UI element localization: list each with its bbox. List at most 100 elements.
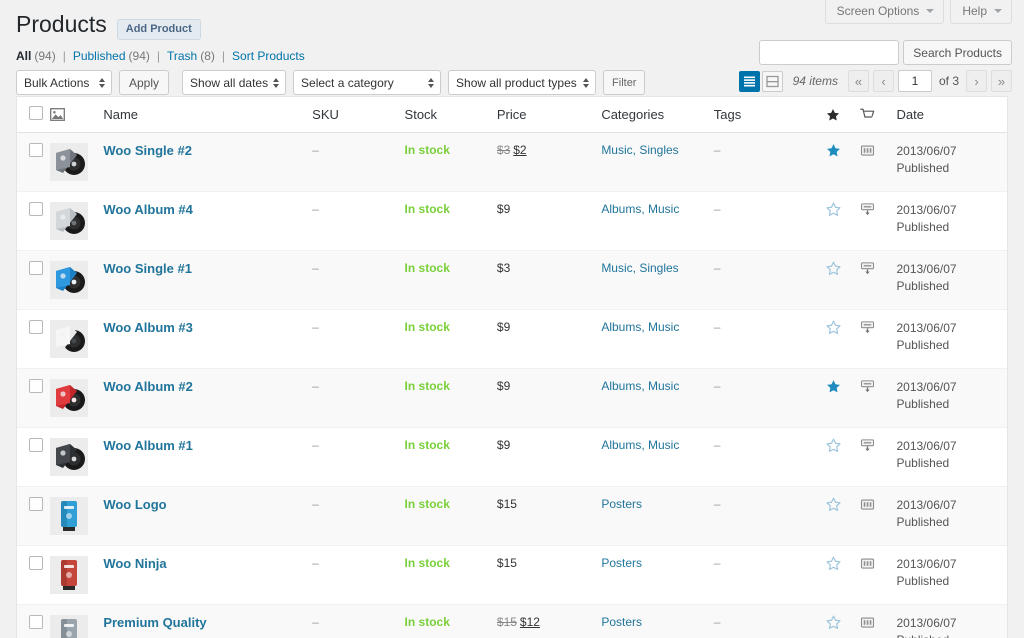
row-tags-cell: – bbox=[714, 487, 826, 546]
row-sku-cell: – bbox=[312, 487, 404, 546]
row-date-cell: 2013/06/07Published bbox=[896, 251, 1007, 310]
product-name-link[interactable]: Woo Logo bbox=[103, 497, 166, 512]
search-input[interactable] bbox=[759, 40, 899, 65]
apply-button[interactable]: Apply bbox=[119, 70, 169, 95]
row-checkbox[interactable] bbox=[29, 379, 43, 393]
prev-page-button[interactable]: ‹ bbox=[873, 70, 894, 92]
product-categories[interactable]: Albums, Music bbox=[601, 320, 679, 334]
category-filter-select[interactable]: Select a category bbox=[293, 70, 441, 95]
status-link-sort-products[interactable]: Sort Products bbox=[232, 50, 305, 62]
help-tab[interactable]: Help bbox=[950, 0, 1012, 24]
total-pages-label: of 3 bbox=[939, 74, 959, 88]
excerpt-view-icon[interactable] bbox=[762, 71, 783, 92]
product-categories[interactable]: Music, Singles bbox=[601, 261, 678, 275]
featured-header[interactable] bbox=[826, 97, 860, 133]
featured-star-icon[interactable] bbox=[826, 615, 860, 630]
product-name-link[interactable]: Woo Single #2 bbox=[103, 143, 192, 158]
product-thumbnail[interactable] bbox=[50, 320, 88, 358]
select-arrows-icon bbox=[428, 78, 434, 88]
product-name-link[interactable]: Woo Album #3 bbox=[103, 320, 193, 335]
row-checkbox[interactable] bbox=[29, 143, 43, 157]
featured-star-icon[interactable] bbox=[826, 379, 860, 394]
date-filter-select[interactable]: Show all dates bbox=[182, 70, 286, 95]
select-all-checkbox[interactable] bbox=[29, 106, 43, 120]
product-name-link[interactable]: Woo Ninja bbox=[103, 556, 166, 571]
product-price: $9 bbox=[497, 202, 510, 216]
status-link-trash[interactable]: Trash bbox=[167, 50, 197, 62]
row-checkbox[interactable] bbox=[29, 615, 43, 629]
product-tags: – bbox=[714, 143, 721, 157]
product-type-header[interactable] bbox=[860, 97, 896, 133]
row-checkbox[interactable] bbox=[29, 261, 43, 275]
screen-options-tab[interactable]: Screen Options bbox=[825, 0, 945, 24]
row-thumbnail-cell bbox=[50, 605, 103, 638]
product-categories[interactable]: Albums, Music bbox=[601, 202, 679, 216]
product-type-filter-select[interactable]: Show all product types bbox=[448, 70, 596, 95]
row-checkbox[interactable] bbox=[29, 438, 43, 452]
product-categories[interactable]: Posters bbox=[601, 497, 642, 511]
product-tags: – bbox=[714, 615, 721, 629]
stock-status: In stock bbox=[405, 261, 450, 275]
status-link-all[interactable]: All bbox=[16, 50, 31, 62]
sku-header[interactable]: SKU bbox=[312, 97, 404, 133]
product-name-link[interactable]: Woo Single #1 bbox=[103, 261, 192, 276]
filter-button[interactable]: Filter bbox=[603, 70, 645, 95]
product-thumbnail[interactable] bbox=[50, 497, 88, 535]
row-select-cell bbox=[17, 369, 50, 428]
product-thumbnail[interactable] bbox=[50, 615, 88, 638]
product-name-link[interactable]: Woo Album #4 bbox=[103, 202, 193, 217]
product-name-link[interactable]: Premium Quality bbox=[103, 615, 206, 630]
original-price: $15 bbox=[497, 615, 517, 629]
row-checkbox[interactable] bbox=[29, 556, 43, 570]
add-product-button[interactable]: Add Product bbox=[117, 19, 201, 40]
product-thumbnail[interactable] bbox=[50, 556, 88, 594]
stock-header[interactable]: Stock bbox=[405, 97, 497, 133]
product-name-link[interactable]: Woo Album #1 bbox=[103, 438, 193, 453]
row-date-cell: 2013/06/07Published bbox=[896, 310, 1007, 369]
featured-star-icon[interactable] bbox=[826, 556, 860, 571]
row-date-cell: 2013/06/07Published bbox=[896, 192, 1007, 251]
featured-star-icon[interactable] bbox=[826, 438, 860, 453]
product-categories[interactable]: Albums, Music bbox=[601, 379, 679, 393]
date-header[interactable]: Date bbox=[896, 97, 1007, 133]
product-categories[interactable]: Music, Singles bbox=[601, 143, 678, 157]
status-count-published: (94) bbox=[129, 50, 150, 62]
status-link-published[interactable]: Published bbox=[73, 50, 126, 62]
row-tags-cell: – bbox=[714, 310, 826, 369]
row-name-cell: Woo Album #4 bbox=[103, 192, 312, 251]
featured-star-icon[interactable] bbox=[826, 497, 860, 512]
status-count-all: (94) bbox=[34, 50, 55, 62]
row-price-cell: $15$12 bbox=[497, 605, 601, 638]
first-page-button[interactable]: « bbox=[848, 70, 869, 92]
product-categories[interactable]: Posters bbox=[601, 556, 642, 570]
row-checkbox[interactable] bbox=[29, 497, 43, 511]
product-categories[interactable]: Albums, Music bbox=[601, 438, 679, 452]
next-page-button[interactable]: › bbox=[966, 70, 987, 92]
screen-meta-tabs: Screen Options Help bbox=[825, 0, 1012, 24]
row-checkbox[interactable] bbox=[29, 320, 43, 334]
product-thumbnail[interactable] bbox=[50, 438, 88, 476]
product-categories[interactable]: Posters bbox=[601, 615, 642, 629]
featured-star-icon[interactable] bbox=[826, 261, 860, 276]
featured-star-icon[interactable] bbox=[826, 143, 860, 158]
product-sku: – bbox=[312, 615, 319, 629]
row-checkbox[interactable] bbox=[29, 202, 43, 216]
bulk-actions-select[interactable]: Bulk Actions bbox=[16, 70, 112, 95]
sale-price: $12 bbox=[520, 615, 540, 629]
product-thumbnail[interactable] bbox=[50, 261, 88, 299]
sale-price: $2 bbox=[513, 143, 526, 157]
row-categories-cell: Albums, Music bbox=[601, 428, 713, 487]
featured-star-icon[interactable] bbox=[826, 320, 860, 335]
price-header[interactable]: Price bbox=[497, 97, 601, 133]
featured-star-icon[interactable] bbox=[826, 202, 860, 217]
current-page-input[interactable]: 1 bbox=[898, 70, 932, 92]
product-thumbnail[interactable] bbox=[50, 202, 88, 240]
product-name-link[interactable]: Woo Album #2 bbox=[103, 379, 193, 394]
page-header: Products Add Product bbox=[16, 10, 201, 40]
search-products-button[interactable]: Search Products bbox=[903, 40, 1012, 65]
product-thumbnail[interactable] bbox=[50, 143, 88, 181]
name-header[interactable]: Name bbox=[103, 97, 312, 133]
last-page-button[interactable]: » bbox=[991, 70, 1012, 92]
product-thumbnail[interactable] bbox=[50, 379, 88, 417]
list-view-icon[interactable] bbox=[739, 71, 760, 92]
